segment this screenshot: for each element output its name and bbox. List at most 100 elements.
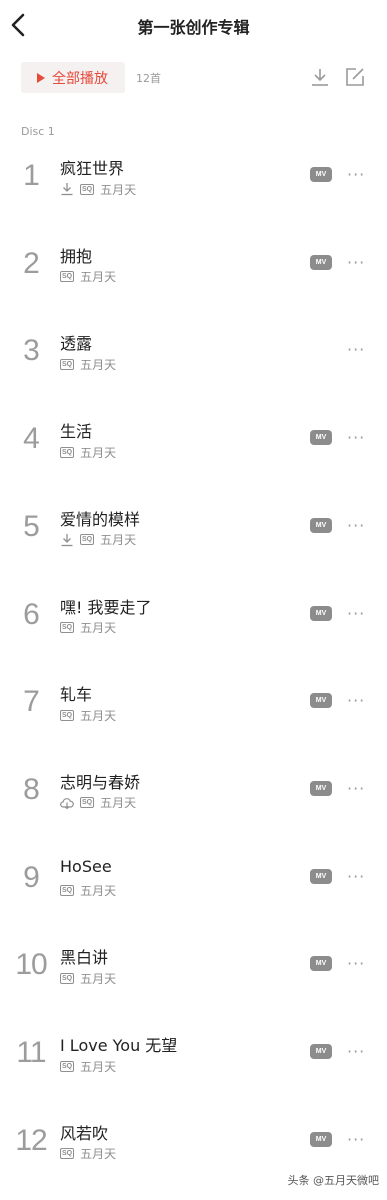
sq-quality-badge: SQ (80, 534, 95, 546)
mv-icon[interactable]: MV (310, 605, 332, 621)
more-options-icon[interactable]: ··· (347, 1042, 365, 1061)
track-title: 爱情的模样 (60, 509, 141, 529)
play-icon (37, 72, 45, 83)
sq-quality-badge: SQ (60, 709, 75, 721)
mv-icon[interactable]: MV (310, 254, 332, 270)
more-options-icon[interactable]: ··· (347, 691, 365, 710)
track-artist: 五月天 (100, 182, 137, 197)
track-meta: SQ 五月天 (60, 620, 116, 636)
track-artist: 五月天 (80, 971, 117, 986)
sq-quality-badge: SQ (60, 972, 75, 984)
track-artist: 五月天 (100, 796, 137, 811)
header-bar: 第一张创作专辑 (0, 0, 387, 52)
track-artist: 五月天 (80, 1147, 117, 1162)
track-row[interactable]: 10 黑白讲 SQ 五月天 MV ··· (0, 932, 387, 1020)
track-title: 透露 (60, 334, 93, 354)
more-options-icon[interactable]: ··· (347, 867, 365, 886)
disc-label: Disc 1 (21, 125, 55, 138)
track-meta: SQ 五月天 (60, 707, 116, 723)
more-options-icon[interactable]: ··· (347, 516, 365, 535)
track-title: 嘿! 我要走了 (60, 597, 152, 617)
more-options-icon[interactable]: ··· (347, 1130, 365, 1149)
track-number: 11 (16, 1036, 46, 1069)
play-all-label: 全部播放 (52, 70, 108, 87)
mv-icon[interactable]: MV (310, 1131, 332, 1147)
track-meta: SQ 五月天 (60, 795, 136, 811)
track-artist: 五月天 (80, 884, 117, 899)
mv-icon[interactable]: MV (310, 1044, 332, 1059)
track-number: 12 (15, 1123, 47, 1157)
page-title: 第一张创作专辑 (137, 18, 250, 37)
track-artist: 五月天 (80, 621, 117, 635)
track-number: 4 (23, 422, 40, 456)
track-title: 志明与春娇 (60, 772, 141, 792)
track-row[interactable]: 3 透露 SQ 五月天 ··· (0, 318, 387, 406)
track-meta: SQ 五月天 (60, 269, 116, 285)
track-meta: SQ 五月天 (60, 532, 136, 548)
track-row[interactable]: 5 爱情的模样 SQ 五月天 MV ··· (0, 494, 387, 582)
downloaded-icon (61, 533, 73, 546)
more-options-icon[interactable]: ··· (347, 428, 365, 447)
track-meta: SQ 五月天 (60, 356, 116, 372)
track-row[interactable]: 9 HoSee SQ 五月天 MV ··· (0, 845, 387, 933)
sq-quality-badge: SQ (60, 358, 75, 370)
sq-quality-badge: SQ (80, 183, 95, 195)
track-title: 生活 (60, 422, 93, 442)
more-options-icon[interactable]: ··· (347, 165, 365, 184)
track-row[interactable]: 11 I Love You 无望 SQ 五月天 MV ··· (0, 1020, 387, 1108)
mv-icon[interactable]: MV (310, 517, 332, 533)
play-all-button[interactable]: 全部播放 (21, 62, 125, 93)
track-number: 9 (23, 860, 40, 894)
track-meta: SQ 五月天 (60, 444, 116, 460)
edit-icon[interactable] (344, 66, 366, 88)
track-meta: SQ 五月天 (60, 181, 136, 197)
mv-icon[interactable]: MV (310, 167, 332, 182)
sq-quality-badge: SQ (60, 1148, 75, 1160)
track-row[interactable]: 8 志明与春娇 SQ 五月天 MV ··· (0, 757, 387, 845)
mv-icon[interactable]: MV (310, 780, 332, 796)
track-title: I Love You 无望 (60, 1036, 178, 1055)
mv-icon[interactable]: MV (310, 956, 332, 972)
track-meta: SQ 五月天 (60, 883, 116, 899)
mv-icon[interactable]: MV (310, 693, 332, 709)
track-count: 12首 (136, 72, 161, 85)
track-number: 7 (23, 685, 40, 719)
toolbar: 全部播放 12首 (0, 62, 387, 96)
sq-quality-badge: SQ (60, 885, 75, 897)
cloud-icon (60, 797, 74, 810)
track-row[interactable]: 2 拥抱 SQ 五月天 MV ··· (0, 231, 387, 319)
track-artist: 五月天 (80, 1059, 117, 1074)
track-number: 8 (23, 772, 40, 806)
sq-quality-badge: SQ (60, 622, 75, 633)
track-title: 拥抱 (60, 246, 93, 266)
watermark: 头条 @五月天微吧 (287, 1174, 380, 1187)
more-options-icon[interactable]: ··· (347, 253, 365, 272)
sq-quality-badge: SQ (60, 271, 75, 283)
track-row[interactable]: 4 生活 SQ 五月天 MV ··· (0, 406, 387, 494)
mv-icon[interactable]: MV (310, 868, 332, 884)
track-number: 10 (15, 948, 47, 982)
track-meta: SQ 五月天 (60, 1146, 116, 1162)
downloaded-icon (61, 183, 73, 196)
more-options-icon[interactable]: ··· (347, 954, 365, 973)
track-title: HoSee (60, 856, 112, 876)
track-row[interactable]: 6 嘿! 我要走了 SQ 五月天 MV ··· (0, 582, 387, 670)
track-artist: 五月天 (80, 357, 117, 372)
more-options-icon[interactable]: ··· (347, 604, 365, 623)
track-artist: 五月天 (80, 708, 117, 723)
track-number: 3 (23, 334, 40, 368)
track-meta: SQ 五月天 (60, 970, 116, 986)
more-options-icon[interactable]: ··· (347, 340, 365, 359)
track-title: 轧车 (60, 685, 93, 705)
track-meta: SQ 五月天 (60, 1058, 116, 1074)
sq-quality-badge: SQ (60, 446, 75, 458)
mv-icon[interactable]: MV (310, 430, 332, 446)
more-options-icon[interactable]: ··· (347, 779, 365, 798)
track-number: 2 (23, 246, 40, 280)
download-icon[interactable] (309, 66, 331, 88)
track-title: 黑白讲 (60, 948, 109, 968)
track-row[interactable]: 1 疯狂世界 SQ 五月天 MV ··· (0, 143, 387, 231)
track-title: 风若吹 (60, 1123, 109, 1143)
track-row[interactable]: 7 轧车 SQ 五月天 MV ··· (0, 669, 387, 757)
sq-quality-badge: SQ (60, 1060, 75, 1072)
